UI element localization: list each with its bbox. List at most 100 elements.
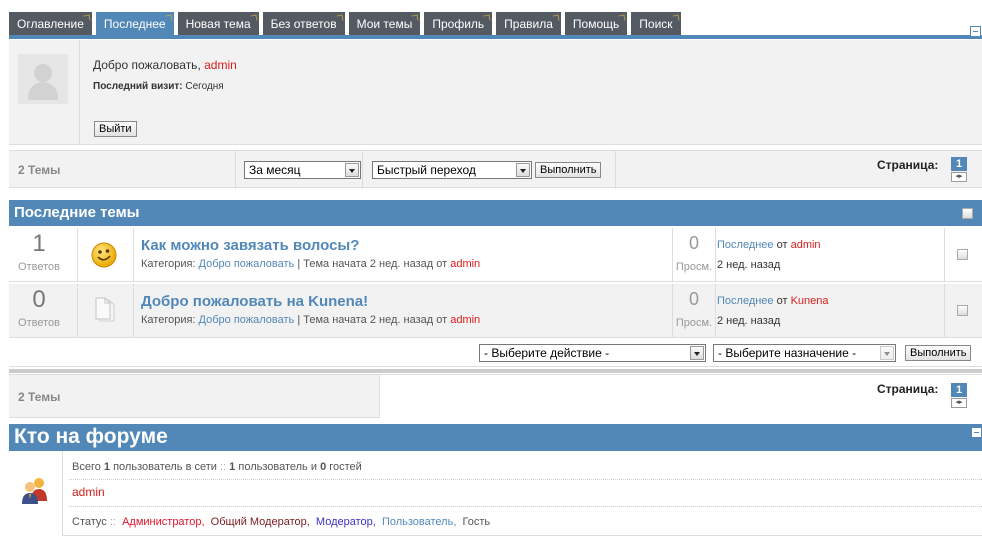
tab-index[interactable]: Оглавление [9,12,92,36]
views-count: 0 [688,233,699,253]
tab-profile[interactable]: Профиль [424,12,493,36]
replies-count: 1 [32,230,46,257]
last-post-time: 2 нед. назад [717,259,781,271]
category-label: Категория: [141,258,196,270]
last-visit-value: Сегодня [185,81,224,92]
tab-no-replies[interactable]: Без ответов [262,12,345,36]
jump-select[interactable]: Быстрый переход [372,161,532,179]
status-legend: Статус :: Администратор, Общий Модератор… [72,516,490,528]
views-count: 0 [688,289,699,309]
tab-label: Помощь [572,17,620,31]
role-user: Пользователь, [381,516,457,528]
who-online-header: Кто на форуме [9,424,982,451]
topic-checkbox[interactable] [957,305,968,316]
replies-count: 0 [32,286,46,313]
category-link[interactable]: Добро пожаловать [199,258,295,270]
welcome-text: Добро пожаловать, admin [93,58,237,72]
period-select-value: За месяц [249,163,301,177]
tab-label: Поиск [639,17,673,31]
last-from: от [776,295,788,307]
latest-topics-header: Последние темы [9,200,982,226]
online-user-name: admin [72,485,105,499]
last-post-link[interactable]: Последнее [717,295,774,307]
last-author-link[interactable]: admin [791,239,821,251]
page-arrows-icon[interactable]: ◂▸ [951,398,967,408]
main-menu-tabs: Оглавление Последнее Новая тема Без отве… [9,12,681,36]
topic-count: 2 Темы [18,163,61,177]
select-all-checkbox[interactable] [962,208,973,219]
tab-latest[interactable]: Последнее [95,12,174,36]
document-icon [94,297,116,323]
separator: :: [109,516,116,528]
last-post-by: Последнее от Kunena [717,295,829,307]
divider [9,369,982,373]
category-label: Категория: [141,314,196,326]
logout-button[interactable]: Выйти [94,121,137,137]
tab-label: Последнее [103,17,166,31]
author-link[interactable]: admin [450,258,480,270]
target-select[interactable]: - Выберите назначение - [713,344,896,362]
last-visit: Последний визит: Сегодня [93,81,224,92]
page-arrows-icon[interactable]: ◂▸ [951,172,967,182]
category-link[interactable]: Добро пожаловать [199,314,295,326]
last-post-link[interactable]: Последнее [717,239,774,251]
tab-my-topics[interactable]: Мои темы [348,12,421,36]
who-online-body: Всего 1 пользователь в сети :: 1 пользов… [9,451,982,536]
chevron-down-icon [880,346,894,360]
role-global-moderator: Общий Модератор, [210,516,310,528]
bottom-pager-row: 2 Темы Страница: 1 ◂▸ [9,374,982,418]
started-text: | Тема начата 2 нед. назад от [297,258,448,270]
welcome-label: Добро пожаловать, [93,58,205,72]
views-label: Просм. [675,317,713,329]
guests-count: 0 [320,461,327,473]
smiley-icon [90,241,118,269]
tab-label: Оглавление [17,17,84,31]
page-label: Страница: [877,158,939,172]
started-text: | Тема начата 2 нед. назад от [297,314,448,326]
last-author-link[interactable]: Kunena [791,295,829,307]
topic-count: 2 Темы [18,390,61,404]
chevron-down-icon [690,346,704,360]
period-select[interactable]: За месяц [244,161,361,179]
actions-go-button[interactable]: Выполнить [905,345,972,361]
totals-text: Всего [72,461,101,473]
action-select[interactable]: - Выберите действие - [479,344,706,362]
topic-title-link[interactable]: Добро пожаловать на Kunena! [141,293,368,310]
moderation-actions-row: - Выберите действие - - Выберите назначе… [9,339,982,367]
tab-label: Новая тема [185,17,251,31]
jump-go-button[interactable]: Выполнить [535,162,602,178]
jump-select-value: Быстрый переход [377,163,476,177]
chevron-down-icon [516,163,530,177]
online-user-link[interactable]: admin [72,485,105,499]
section-title: Кто на форуме [14,425,168,448]
guests-text: гостей [329,461,362,473]
action-select-value: - Выберите действие - [484,346,610,360]
online-totals: Всего 1 пользователь в сети :: 1 пользов… [72,461,362,473]
avatar [18,54,68,104]
page-current[interactable]: 1 [951,157,967,171]
tab-search[interactable]: Поиск [631,12,681,36]
collapse-icon[interactable] [970,26,981,37]
totals-text: пользователь в сети [113,461,217,473]
username-link[interactable]: admin [204,58,237,72]
views-label: Просм. [675,261,713,273]
last-visit-label: Последний визит: [93,81,183,92]
tab-help[interactable]: Помощь [564,12,628,36]
section-title: Последние темы [14,204,140,221]
topic-checkbox[interactable] [957,249,968,260]
collapse-icon[interactable] [971,427,982,438]
author-link[interactable]: admin [450,314,480,326]
replies-label: Ответов [18,317,60,329]
topic-title-link[interactable]: Как можно завязать волосы? [141,237,359,254]
topic-meta: Категория: Добро пожаловать | Тема начат… [141,258,480,270]
target-select-value: - Выберите назначение - [718,346,857,360]
tab-new-topic[interactable]: Новая тема [177,12,259,36]
tab-rules[interactable]: Правила [496,12,561,36]
chevron-down-icon [345,163,359,177]
users-count: 1 [229,461,236,473]
page-current[interactable]: 1 [951,383,967,397]
status-label: Статус [72,516,107,528]
tab-label: Без ответов [270,17,337,31]
last-post-by: Последнее от admin [717,239,821,251]
replies-label: Ответов [18,261,60,273]
